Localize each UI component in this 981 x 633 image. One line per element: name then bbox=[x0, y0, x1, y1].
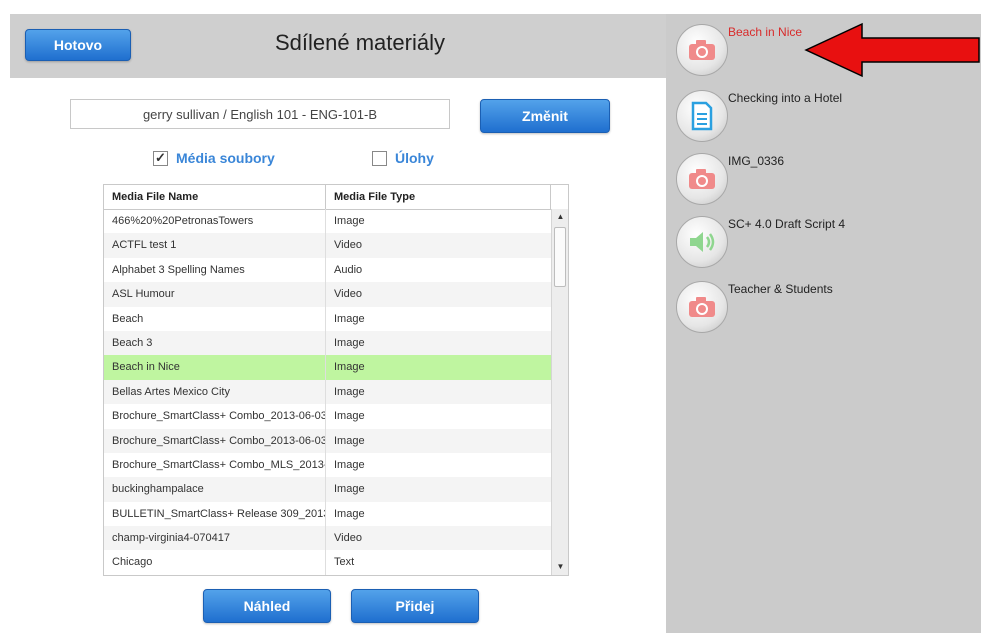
done-button[interactable]: Hotovo bbox=[25, 29, 131, 61]
cell-file-name: Alphabet 3 Spelling Names bbox=[104, 257, 326, 283]
media-files-label: Média soubory bbox=[176, 150, 275, 166]
shared-materials-panel: Hotovo Sdílené materiály gerry sullivan … bbox=[10, 14, 666, 633]
cell-file-name: Beach in Nice bbox=[104, 355, 326, 380]
table-row[interactable]: Bellas Artes Mexico City Image bbox=[104, 379, 551, 405]
media-item-label: Teacher & Students bbox=[728, 282, 833, 296]
table-row[interactable]: Brochure_SmartClass+ Combo_2013-06-03 Ima… bbox=[104, 404, 551, 429]
cell-file-name: 466%20%20PetronasTowers bbox=[104, 209, 326, 234]
red-arrow-icon bbox=[804, 22, 980, 78]
cell-file-type: Text bbox=[334, 556, 355, 569]
table-row[interactable]: Beach in Nice Image bbox=[104, 355, 551, 380]
column-header-name[interactable]: Media File Name bbox=[104, 185, 326, 209]
table-row[interactable]: Alphabet 3 Spelling Names Audio bbox=[104, 257, 551, 283]
cell-file-name: champ-virginia4-070417 bbox=[104, 526, 326, 551]
tasks-label: Úlohy bbox=[395, 150, 434, 166]
cell-file-name: BULLETIN_SmartClass+ Release 309_2013 bbox=[104, 501, 326, 527]
cell-file-type: Video bbox=[334, 532, 362, 545]
table-header: Media File Name Media File Type bbox=[104, 185, 568, 210]
cell-file-type: Image bbox=[334, 312, 365, 325]
cell-file-type: Image bbox=[334, 215, 365, 227]
page-title: Sdílené materiály bbox=[275, 30, 445, 55]
column-header-type[interactable]: Media File Type bbox=[326, 185, 551, 209]
tasks-checkbox[interactable] bbox=[372, 150, 387, 166]
cell-file-type: Image bbox=[334, 361, 365, 374]
table-row[interactable]: Chicago Text bbox=[104, 550, 551, 575]
table-row[interactable]: buckinghampalace Image bbox=[104, 477, 551, 502]
cell-file-type: Image bbox=[334, 434, 365, 447]
filter-tasks[interactable]: Úlohy bbox=[372, 150, 434, 166]
cell-file-type: Image bbox=[334, 483, 365, 496]
camera-icon bbox=[676, 24, 728, 76]
media-item-label: SC+ 4.0 Draft Script 4 bbox=[728, 217, 846, 231]
cell-file-type: Image bbox=[334, 458, 365, 471]
table-body: 466%20%20PetronasTowers Image ACTFL test 1… bbox=[104, 209, 551, 575]
media-list-item[interactable]: Teacher & Students bbox=[676, 277, 896, 333]
cell-file-name: ASL Humour bbox=[104, 282, 326, 307]
table-row[interactable]: champ-virginia4-070417 Video bbox=[104, 526, 551, 551]
cell-file-type: Video bbox=[334, 288, 362, 301]
panel-header: Hotovo Sdílené materiály bbox=[10, 14, 666, 78]
camera-icon bbox=[676, 153, 728, 205]
scroll-thumb[interactable] bbox=[554, 227, 566, 287]
table-scrollbar[interactable]: ▲ ▼ bbox=[551, 209, 568, 575]
media-item-label: Checking into a Hotel bbox=[728, 91, 843, 105]
table-row[interactable]: 466%20%20PetronasTowers Image bbox=[104, 209, 551, 234]
table-row[interactable]: Brochure_SmartClass+ Combo_2013-06-03 Ima… bbox=[104, 428, 551, 453]
cell-file-name: Chicago bbox=[104, 550, 326, 575]
cell-file-name: Beach bbox=[104, 306, 326, 331]
table-row[interactable]: Beach 3 Image bbox=[104, 330, 551, 356]
camera-icon bbox=[676, 281, 728, 333]
scroll-down-icon[interactable]: ▼ bbox=[552, 559, 568, 575]
cell-file-name: buckinghampalace bbox=[104, 477, 326, 502]
cell-file-type: Video bbox=[334, 239, 362, 252]
media-files-checkbox[interactable]: ✓ bbox=[153, 150, 168, 166]
add-button[interactable]: Přidej bbox=[351, 589, 479, 623]
filter-media-files[interactable]: ✓ Média soubory bbox=[153, 150, 275, 166]
table-row[interactable]: ACTFL test 1 Video bbox=[104, 233, 551, 258]
media-list-item[interactable]: IMG_0336 bbox=[676, 149, 896, 205]
table-row[interactable]: Brochure_SmartClass+ Combo_MLS_2013- Imag… bbox=[104, 452, 551, 478]
speaker-icon bbox=[676, 216, 728, 268]
change-class-button[interactable]: Změnit bbox=[480, 99, 610, 133]
media-list-item[interactable]: SC+ 4.0 Draft Script 4 bbox=[676, 212, 896, 268]
media-files-table: Media File Name Media File Type 466%20%2… bbox=[103, 184, 569, 576]
class-selector-field[interactable]: gerry sullivan / English 101 - ENG-101-B bbox=[70, 99, 450, 129]
scroll-up-icon[interactable]: ▲ bbox=[552, 209, 568, 225]
preview-button[interactable]: Náhled bbox=[203, 589, 331, 623]
document-icon bbox=[676, 90, 728, 142]
cell-file-name: Brochure_SmartClass+ Combo_2013-06-03 bbox=[104, 404, 326, 429]
media-item-label: IMG_0336 bbox=[728, 154, 785, 168]
cell-file-name: Beach 3 bbox=[104, 330, 326, 356]
cell-file-type: Audio bbox=[334, 263, 363, 276]
table-row[interactable]: BULLETIN_SmartClass+ Release 309_2013 Ima… bbox=[104, 501, 551, 527]
table-row[interactable]: Beach Image bbox=[104, 306, 551, 331]
cell-file-name: Brochure_SmartClass+ Combo_2013-06-03 bbox=[104, 428, 326, 453]
cell-file-name: Brochure_SmartClass+ Combo_MLS_2013- bbox=[104, 452, 326, 478]
cell-file-type: Image bbox=[334, 336, 365, 349]
cell-file-type: Image bbox=[334, 507, 365, 520]
table-row[interactable]: ASL Humour Video bbox=[104, 282, 551, 307]
cell-file-type: Image bbox=[334, 410, 365, 423]
media-list-item[interactable]: Checking into a Hotel bbox=[676, 86, 896, 142]
cell-file-name: Bellas Artes Mexico City bbox=[104, 379, 326, 405]
shared-media-list: Beach in Nice Checking into a Hotel IMG_03… bbox=[666, 14, 981, 633]
cell-file-name: ACTFL test 1 bbox=[104, 233, 326, 258]
cell-file-type: Image bbox=[334, 385, 365, 398]
